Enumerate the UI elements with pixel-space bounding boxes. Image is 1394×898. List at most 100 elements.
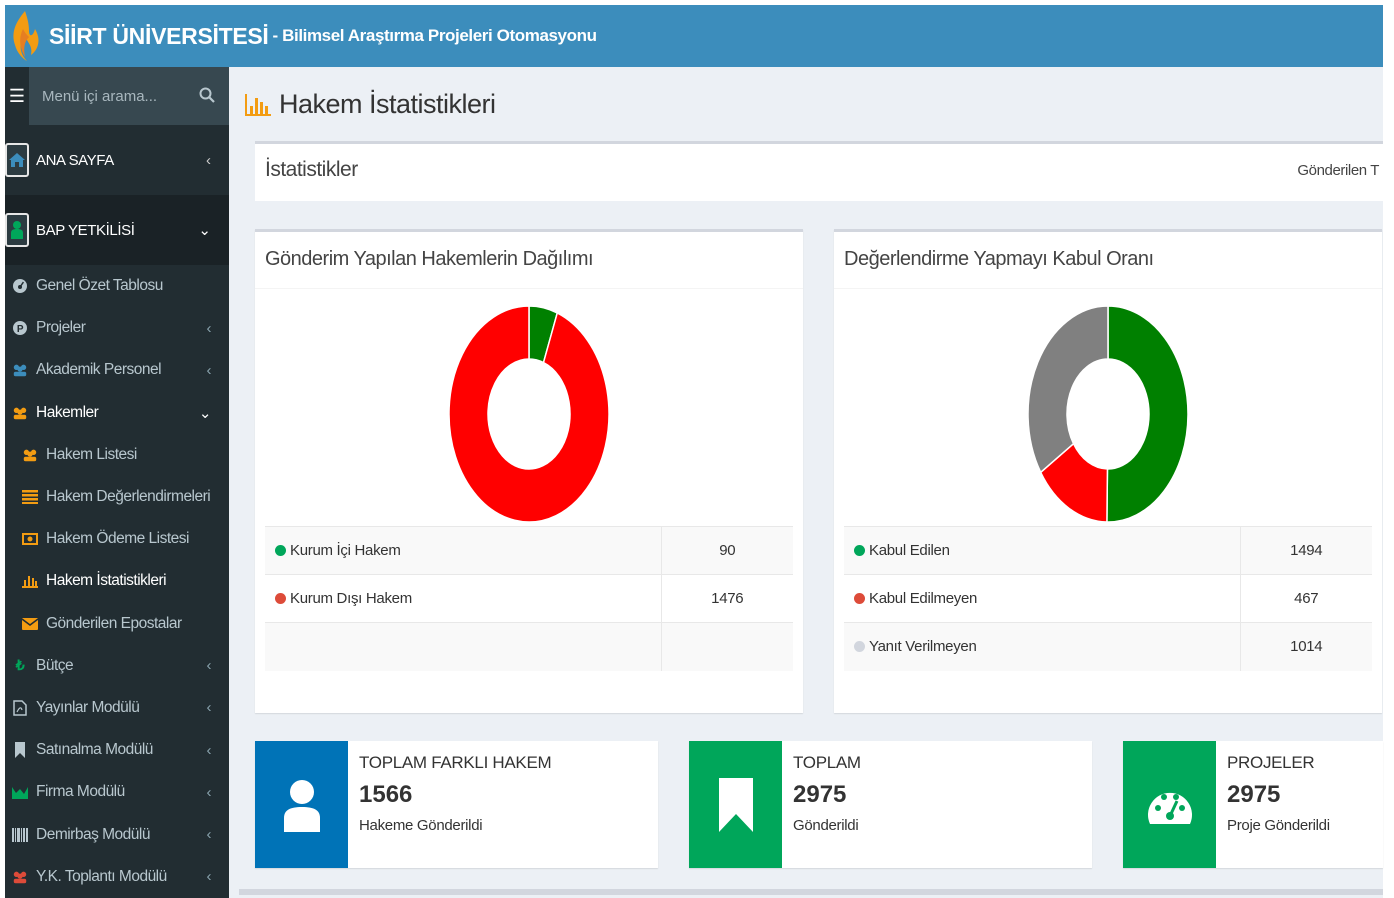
chevron-left-icon: ‹ [206, 783, 212, 801]
page-title: Hakem İstatistikleri [245, 89, 496, 120]
sidebar-item-demirbas[interactable]: Demirbaş Modülü ‹ [5, 813, 229, 855]
sidebar-item-label: Akademik Personel [36, 361, 162, 379]
legend-label: Kurum Dışı Hakem [290, 590, 412, 607]
chevron-left-icon: ‹ [206, 699, 212, 717]
chevron-left-icon: ‹ [206, 741, 212, 759]
top-header-bar: SİİRT ÜNİVERSİTESİ - Bilimsel Araştırma … [5, 5, 1383, 67]
panel-title: Değerlendirme Yapmayı Kabul Oranı [834, 232, 1382, 289]
sidebar-item-label: Satınalma Modülü [36, 741, 153, 759]
area-chart-icon [12, 784, 28, 800]
legend-value: 467 [1239, 574, 1372, 623]
green-dot-icon [275, 545, 286, 556]
donut-slice-3[interactable] [1027, 305, 1109, 474]
gray-dot-icon [854, 641, 865, 653]
lira-icon: ₺ [15, 657, 25, 674]
p-circle-icon: P [12, 320, 28, 336]
table-row: Kurum İçi Hakem 90 [265, 526, 793, 575]
legend-label: Kabul Edilen [869, 542, 950, 559]
chevron-down-icon: ⌄ [198, 404, 212, 422]
legend-label: Kabul Edilmeyen [869, 590, 978, 607]
chevron-left-icon: ‹ [206, 151, 211, 169]
bookmark-icon [689, 741, 782, 868]
sidebar-item-label: Hakemler [36, 403, 99, 421]
table-row: Kabul Edilmeyen 467 [844, 574, 1372, 623]
next-box-top-border [239, 889, 1383, 895]
sidebar-item-firma[interactable]: Firma Modülü ‹ [5, 771, 229, 813]
main-content: Hakem İstatistikleri İstatistikler Gönde… [229, 67, 1383, 898]
chevron-down-icon: ⌄ [198, 222, 211, 239]
info-box-title: TOPLAM [793, 753, 861, 772]
bar-chart-icon [22, 573, 38, 589]
bookmark-icon [12, 742, 28, 759]
money-icon [22, 531, 38, 547]
page-title-text: Hakem İstatistikleri [279, 89, 496, 119]
info-box-title: TOPLAM FARKLI HAKEM [359, 753, 552, 772]
chevron-left-icon: ‹ [206, 319, 212, 337]
stats-box-tab[interactable]: Gönderilen T [1297, 162, 1379, 179]
red-dot-icon [854, 593, 865, 604]
list-icon [22, 489, 38, 505]
sidebar: ☰ ANA SAYFA ‹ BAP YETKİLİSİ ⌄ Genel Özet… [5, 67, 229, 898]
sidebar-item-label: Hakem Listesi [46, 445, 137, 463]
sidebar-item-satinalma[interactable]: Satınalma Modülü ‹ [5, 729, 229, 771]
red-dot-icon [275, 593, 286, 604]
home-icon [5, 143, 29, 177]
sidebar-item-label: Yayınlar Modülü [36, 698, 140, 716]
sidebar-item-label: Hakem Değerlendirmeleri [46, 488, 211, 506]
sidebar-item-projeler[interactable]: P Projeler ‹ [5, 307, 229, 349]
legend-label-cell: Kurum İçi Hakem [265, 526, 661, 575]
sidebar-item-hakem-listesi[interactable]: Hakem Listesi [5, 434, 229, 476]
sidebar-item-yk-toplanti[interactable]: Y.K. Toplantı Modülü ‹ [5, 856, 229, 898]
brand-subtitle: - Bilimsel Araştırma Projeleri Otomasyon… [272, 26, 597, 45]
referee-distribution-legend-table: Kurum İçi Hakem 90 Kurum Dışı Hakem 1476 [265, 526, 793, 671]
university-logo-icon[interactable] [7, 9, 43, 63]
search-icon[interactable] [199, 87, 215, 103]
dashboard-gauge-icon [1123, 741, 1216, 868]
brand-title[interactable]: SİİRT ÜNİVERSİTESİ [49, 23, 269, 50]
sidebar-item-hakem-istatistikleri[interactable]: Hakem İstatistikleri [5, 560, 229, 602]
info-box-total-referees: TOPLAM FARKLI HAKEM 1566 Hakeme Gönderil… [255, 741, 658, 868]
chevron-left-icon: ‹ [206, 361, 212, 379]
sidebar-item-label: BAP YETKİLİSİ [36, 221, 135, 239]
chevron-left-icon: ‹ [206, 657, 212, 675]
legend-label: Kurum İçi Hakem [290, 542, 401, 559]
info-box-total-sent: TOPLAM 2975 Gönderildi [689, 741, 1092, 868]
sidebar-search: ☰ [5, 67, 229, 125]
sidebar-item-hakem-degerlendirmeleri[interactable]: Hakem Değerlendirmeleri [5, 476, 229, 518]
legend-value: 1494 [1239, 526, 1372, 575]
stats-box-title: İstatistikler [265, 158, 358, 181]
legend-label: Yanıt Verilmeyen [869, 638, 977, 656]
sidebar-item-akademik-personel[interactable]: Akademik Personel ‹ [5, 349, 229, 391]
chevron-left-icon: ‹ [206, 868, 212, 886]
legend-label-cell: Kabul Edilen [844, 526, 1240, 575]
sidebar-item-label: Bütçe [36, 656, 74, 674]
table-row: Yanıt Verilmeyen 1014 [844, 622, 1372, 671]
bar-chart-icon [245, 93, 271, 116]
sidebar-item-label: ANA SAYFA [36, 151, 114, 169]
hamburger-menu-icon[interactable]: ☰ [5, 67, 29, 125]
user-icon [255, 741, 348, 868]
sidebar-item-gonderilen-epostalar[interactable]: Gönderilen Epostalar [5, 603, 229, 645]
sidebar-item-genel-ozet[interactable]: Genel Özet Tablosu [5, 265, 229, 307]
donut-slice-1[interactable] [1106, 305, 1189, 523]
legend-label-cell: Kabul Edilmeyen [844, 574, 1240, 623]
acceptance-rate-panel: Değerlendirme Yapmayı Kabul Oranı Kabul … [834, 229, 1382, 713]
sidebar-item-label: Demirbaş Modülü [36, 825, 150, 843]
legend-value: 1014 [1239, 622, 1372, 671]
sidebar-item-label: Y.K. Toplantı Modülü [36, 867, 167, 885]
sidebar-item-bap-yetkilisi[interactable]: BAP YETKİLİSİ ⌄ [5, 195, 229, 265]
info-box-projects: PROJELER 2975 Proje Gönderildi [1123, 741, 1383, 868]
info-box-number: 2975 [793, 781, 847, 808]
legend-label-cell: Yanıt Verilmeyen [844, 622, 1240, 671]
legend-value: 90 [660, 526, 793, 575]
sidebar-item-butce[interactable]: ₺ Bütçe ‹ [5, 645, 229, 687]
sidebar-item-yayinlar[interactable]: Yayınlar Modülü ‹ [5, 687, 229, 729]
donut-slice-2[interactable] [448, 305, 610, 523]
sidebar-item-ana-sayfa[interactable]: ANA SAYFA ‹ [5, 125, 229, 195]
sidebar-item-hakem-odeme-listesi[interactable]: Hakem Ödeme Listesi [5, 518, 229, 560]
sidebar-item-hakemler[interactable]: Hakemler ⌄ [5, 392, 229, 434]
user-icon [5, 213, 29, 247]
referee-distribution-panel: Gönderim Yapılan Hakemlerin Dağılımı Kur… [255, 229, 803, 713]
panel-title: Gönderim Yapılan Hakemlerin Dağılımı [255, 232, 803, 289]
menu-search-input[interactable] [42, 87, 192, 105]
